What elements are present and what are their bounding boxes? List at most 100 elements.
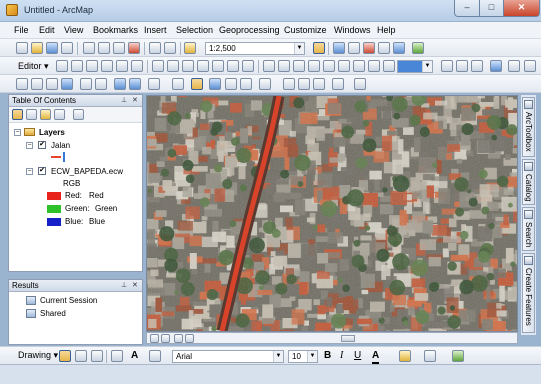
zoom-out-icon[interactable]	[31, 78, 43, 90]
chevron-down-icon[interactable]: ▼	[273, 351, 283, 362]
dock-tab-arctoolbox[interactable]: ArcToolbox	[522, 97, 535, 157]
go-to-xy-icon[interactable]	[313, 78, 325, 90]
trace-icon[interactable]	[116, 60, 128, 72]
catalog-window-icon[interactable]	[348, 42, 360, 54]
results-item-current-session[interactable]: Current Session	[40, 296, 97, 305]
map-scale-combo[interactable]: 1:2,500 ▼	[205, 42, 305, 55]
layout-view-icon[interactable]	[161, 334, 170, 343]
italic-button[interactable]: I	[340, 350, 343, 362]
map-topology-icon[interactable]	[368, 60, 380, 72]
back-arrow-icon[interactable]	[114, 78, 126, 90]
font-color-button[interactable]: A	[372, 350, 380, 364]
layer-name-jalan[interactable]: Jalan	[51, 141, 70, 150]
model-builder-icon[interactable]	[412, 42, 424, 54]
edit-vertices-draw-icon[interactable]	[149, 350, 161, 362]
add-data-icon[interactable]	[184, 42, 196, 54]
select-elements-arrow-icon[interactable]	[191, 78, 203, 90]
data-view-icon[interactable]	[150, 334, 159, 343]
chevron-down-icon[interactable]: ▼	[307, 351, 317, 362]
find-route-icon[interactable]	[298, 78, 310, 90]
chevron-down-icon[interactable]: ▼	[422, 61, 432, 72]
table-of-contents-window-icon[interactable]	[333, 42, 345, 54]
jalan-collapse-toggle[interactable]: −	[26, 142, 33, 149]
find-binoculars-icon[interactable]	[283, 78, 295, 90]
snapping-icon[interactable]	[278, 60, 290, 72]
edit-vertices-icon[interactable]	[152, 60, 164, 72]
forward-arrow-icon[interactable]	[129, 78, 141, 90]
menu-windows[interactable]: Windows	[334, 25, 371, 35]
pan-hand-icon[interactable]	[46, 78, 58, 90]
undo-icon[interactable]	[149, 42, 161, 54]
edit-tool-icon[interactable]	[56, 60, 68, 72]
drawing-menu-button[interactable]: Drawing ▾	[18, 350, 58, 361]
jalan-visibility-checkbox[interactable]: ✔	[38, 141, 46, 149]
select-features-icon[interactable]	[148, 78, 160, 90]
ecw-visibility-checkbox[interactable]: ✔	[38, 167, 46, 175]
sketch-properties-icon[interactable]	[242, 60, 254, 72]
hyperlink-icon[interactable]	[225, 78, 237, 90]
validate-icon[interactable]	[308, 60, 320, 72]
menu-insert[interactable]: Insert	[144, 25, 167, 35]
list-by-visibility-icon[interactable]	[40, 109, 51, 120]
line-color-icon[interactable]	[424, 350, 436, 362]
attributes-icon[interactable]	[227, 60, 239, 72]
green-band-swatch[interactable]	[47, 205, 61, 213]
jalan-line-symbol[interactable]	[51, 156, 61, 158]
menu-edit[interactable]: Edit	[39, 25, 55, 35]
ecw-collapse-toggle[interactable]: −	[26, 168, 33, 175]
fix-topology-icon[interactable]	[323, 60, 335, 72]
menu-selection[interactable]: Selection	[176, 25, 213, 35]
layers-collapse-toggle[interactable]: −	[14, 129, 21, 136]
bold-button[interactable]: B	[324, 350, 331, 362]
fixed-zoom-out-icon[interactable]	[95, 78, 107, 90]
print-icon[interactable]	[61, 42, 73, 54]
pause-drawing-icon[interactable]	[185, 334, 194, 343]
menu-view[interactable]: View	[64, 25, 83, 35]
list-by-source-icon[interactable]	[26, 109, 37, 120]
full-extent-globe-icon[interactable]	[61, 78, 73, 90]
toc-options-icon[interactable]	[73, 109, 84, 120]
cut-polygons-icon[interactable]	[182, 60, 194, 72]
rotate-tool-icon[interactable]	[212, 60, 224, 72]
color-selector-combo[interactable]: ▼	[397, 60, 433, 73]
horizontal-scrollbar-thumb[interactable]	[341, 335, 355, 342]
error-inspector-icon[interactable]	[338, 60, 350, 72]
refresh-view-icon[interactable]	[174, 334, 183, 343]
chevron-down-icon[interactable]: ▼	[294, 43, 304, 54]
identify-info-icon[interactable]	[209, 78, 221, 90]
layer-name-ecw[interactable]: ECW_BAPEDA.ecw	[51, 167, 123, 176]
straight-segment-icon[interactable]	[86, 60, 98, 72]
dock-tab-create-features[interactable]: Create Features	[522, 253, 535, 333]
swipe-layer-icon[interactable]	[508, 60, 520, 72]
topology-icon[interactable]	[293, 60, 305, 72]
shared-features-icon[interactable]	[383, 60, 395, 72]
copy-icon[interactable]	[98, 42, 110, 54]
edit-annotation-icon[interactable]	[71, 60, 83, 72]
menu-help[interactable]: Help	[377, 25, 396, 35]
fill-color-icon[interactable]	[399, 350, 411, 362]
zoom-in-icon[interactable]	[16, 78, 28, 90]
menu-geoprocessing[interactable]: Geoprocessing	[219, 25, 280, 35]
close-icon[interactable]: ✕	[132, 95, 138, 107]
menu-bookmarks[interactable]: Bookmarks	[93, 25, 138, 35]
list-by-selection-icon[interactable]	[54, 109, 65, 120]
fixed-zoom-in-icon[interactable]	[80, 78, 92, 90]
open-folder-icon[interactable]	[31, 42, 43, 54]
editor-toolbar-icon[interactable]	[313, 42, 325, 54]
delete-icon[interactable]	[128, 42, 140, 54]
minimize-button[interactable]: –	[454, 0, 480, 17]
rotate-element-icon[interactable]	[75, 350, 87, 362]
close-button[interactable]: ✕	[503, 0, 540, 17]
time-slider-icon[interactable]	[332, 78, 344, 90]
redo-icon[interactable]	[164, 42, 176, 54]
clear-selection-icon[interactable]	[172, 78, 184, 90]
python-window-icon[interactable]	[393, 42, 405, 54]
layer-properties-icon[interactable]	[456, 60, 468, 72]
underline-button[interactable]: U	[354, 350, 361, 362]
map-display[interactable]	[146, 95, 518, 332]
save-icon[interactable]	[46, 42, 58, 54]
new-text-icon[interactable]: A	[131, 350, 138, 362]
dock-tab-catalog[interactable]: Catalog	[522, 159, 535, 205]
point-icon[interactable]	[131, 60, 143, 72]
create-features-icon[interactable]	[263, 60, 275, 72]
